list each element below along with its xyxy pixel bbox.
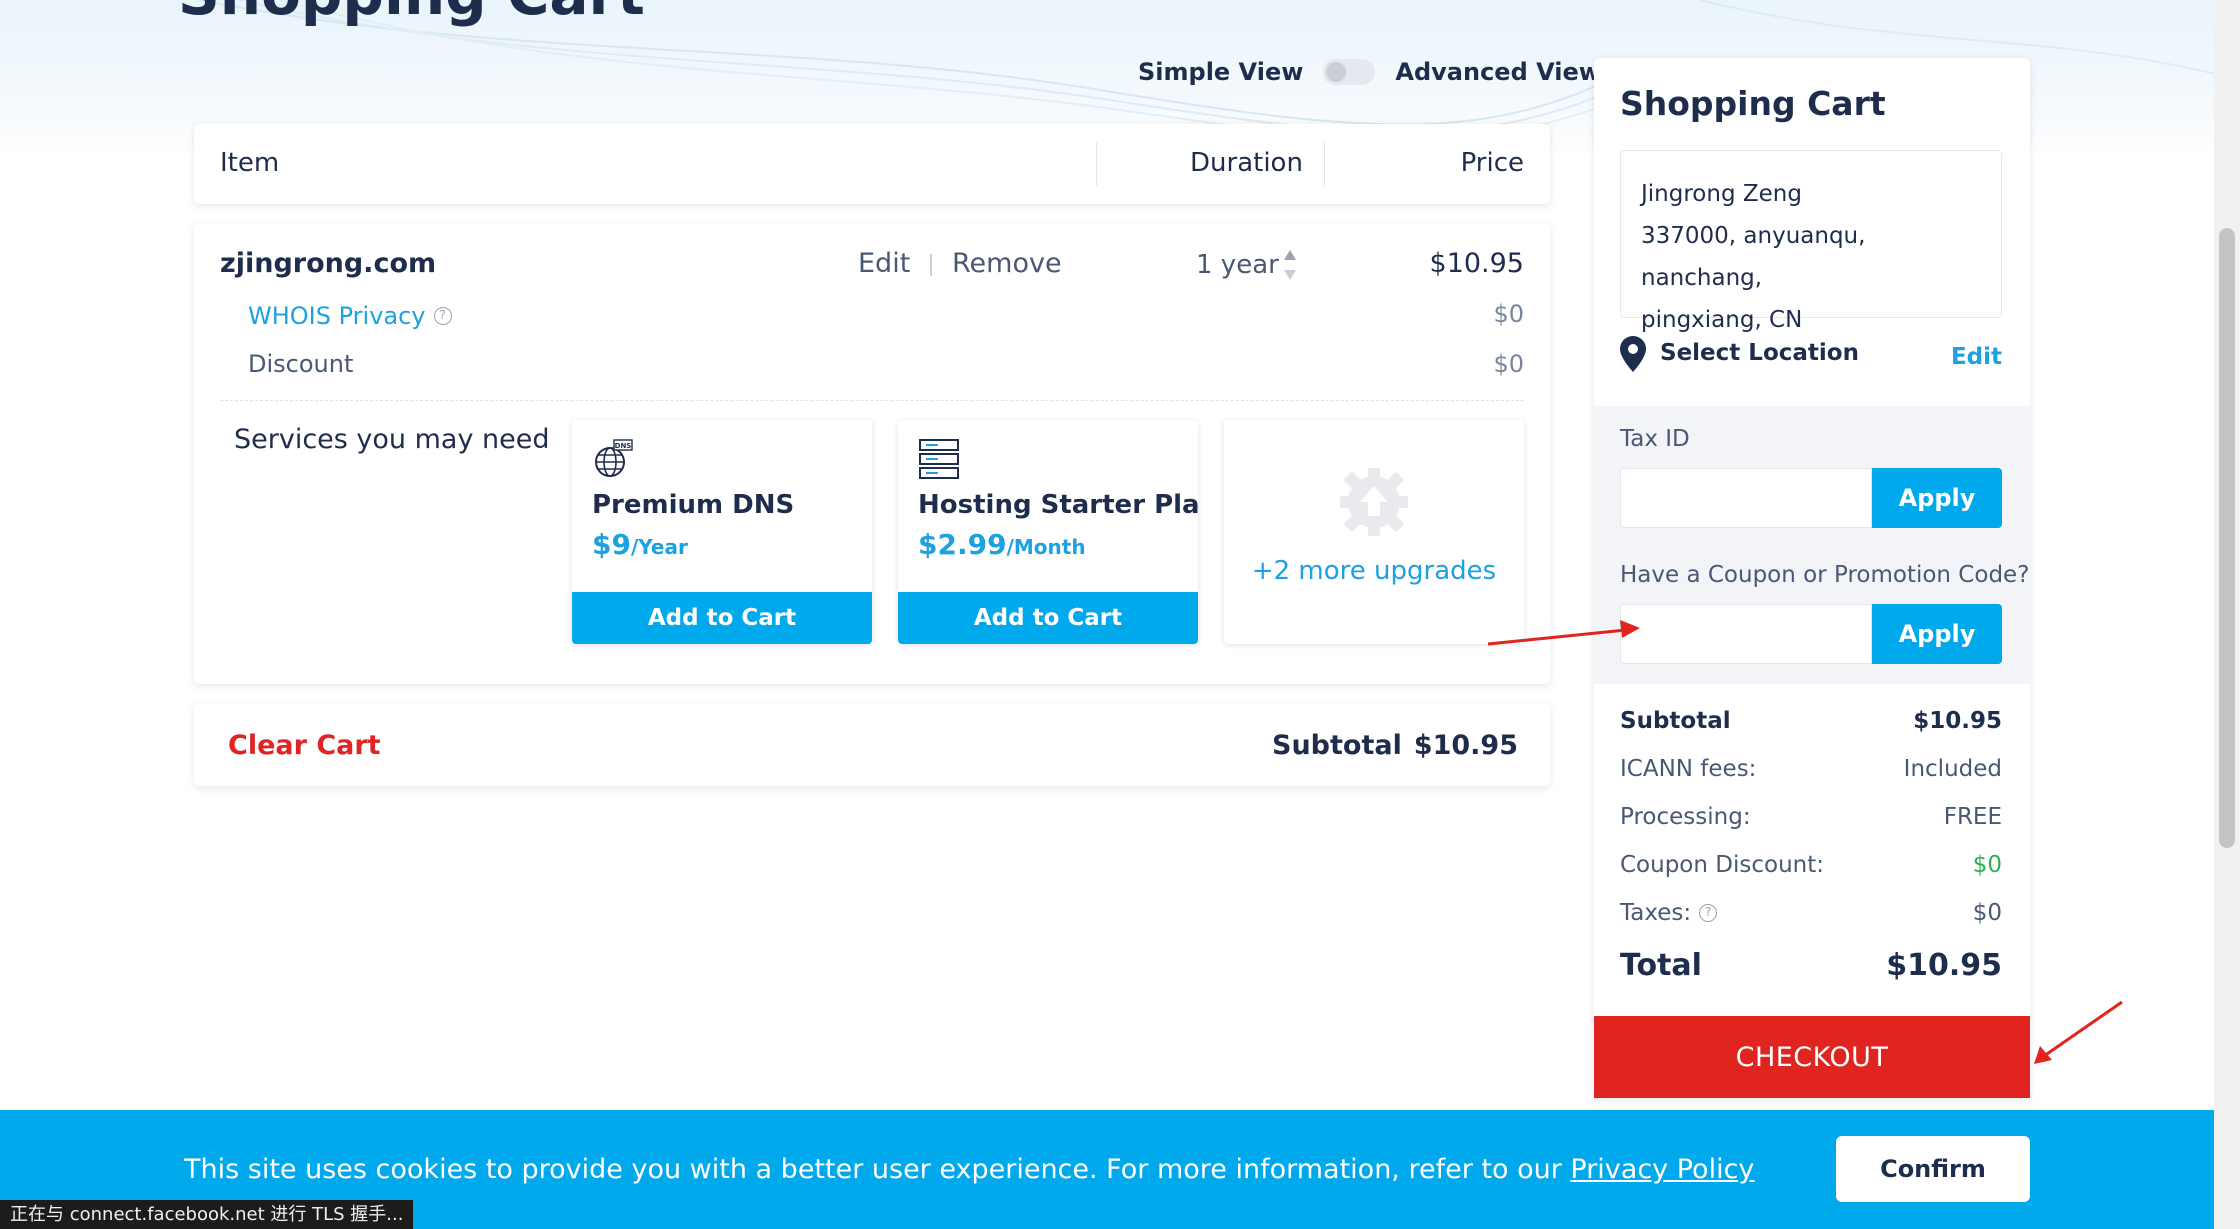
service-card-premium-dns: DNS Premium DNS $9/Year Add to Cart <box>572 420 872 644</box>
summary-subtotal-value: $10.95 <box>1913 708 2002 734</box>
total-value: $10.95 <box>1886 948 2002 983</box>
address-line1: 337000, anyuanqu, nanchang, <box>1641 223 1866 291</box>
item-price: $10.95 <box>1429 248 1524 279</box>
service-price-amount: $9 <box>592 528 631 561</box>
discount-label: Discount <box>248 350 354 378</box>
icann-fees-row: ICANN fees: Included <box>1620 756 2002 782</box>
select-location-label[interactable]: Select Location <box>1660 340 1859 366</box>
taxes-label-group: Taxes: ? <box>1620 900 1718 926</box>
tax-apply-button[interactable]: Apply <box>1872 468 2002 528</box>
address-line2: pingxiang, CN <box>1641 307 1803 333</box>
discount-price: $0 <box>1493 350 1524 378</box>
add-to-cart-button[interactable]: Add to Cart <box>898 592 1198 644</box>
remove-item-link[interactable]: Remove <box>952 248 1062 279</box>
service-price-period: /Month <box>1006 535 1086 559</box>
divider <box>220 400 1524 401</box>
services-label: Services you may need <box>234 424 550 455</box>
tax-id-label: Tax ID <box>1620 426 1690 452</box>
browser-status-bar: 正在与 connect.facebook.net 进行 TLS 握手... <box>0 1200 414 1229</box>
duration-stepper-icon[interactable] <box>1282 248 1298 282</box>
location-row: Select Location Edit <box>1620 336 2002 376</box>
subtotal-bar: Clear Cart Subtotal $10.95 <box>194 704 1550 786</box>
whois-price: $0 <box>1493 300 1524 328</box>
help-icon[interactable]: ? <box>433 307 452 325</box>
tax-coupon-section: Tax ID Apply Have a Coupon or Promotion … <box>1594 406 2030 684</box>
tax-id-input[interactable] <box>1620 468 1872 528</box>
processing-label: Processing: <box>1620 804 1751 830</box>
service-price-period: /Year <box>630 535 688 559</box>
link-divider <box>930 254 932 276</box>
header-price: Price <box>1460 148 1524 178</box>
more-upgrades-card[interactable]: +2 more upgrades <box>1224 420 1524 644</box>
arrow-to-checkout <box>2034 1000 2123 1064</box>
view-toggle-switch[interactable] <box>1323 59 1376 85</box>
header-divider <box>1324 142 1325 186</box>
taxes-label: Taxes: <box>1620 900 1692 926</box>
service-price-amount: $2.99 <box>918 528 1007 561</box>
summary-subtotal-row: Subtotal $10.95 <box>1620 708 2002 734</box>
taxes-value: $0 <box>1972 900 2002 926</box>
coupon-discount-label: Coupon Discount: <box>1620 852 1824 878</box>
location-edit-link[interactable]: Edit <box>1951 344 2002 370</box>
total-label: Total <box>1620 948 1702 983</box>
coupon-apply-button[interactable]: Apply <box>1872 604 2002 664</box>
dns-globe-icon: DNS <box>595 439 633 477</box>
svg-text:DNS: DNS <box>615 442 632 450</box>
total-row: Total $10.95 <box>1620 948 2002 983</box>
header-duration: Duration <box>1190 148 1303 178</box>
icann-value: Included <box>1903 756 2002 782</box>
duration-value[interactable]: 1 year <box>1196 250 1279 280</box>
page-scrollbar[interactable] <box>2214 0 2240 1229</box>
add-to-cart-button[interactable]: Add to Cart <box>572 592 872 644</box>
subtotal-label: Subtotal <box>1272 730 1402 761</box>
summary-title: Shopping Cart <box>1620 84 1886 123</box>
coupon-discount-value: $0 <box>1972 852 2002 878</box>
cart-summary-panel: Shopping Cart Jingrong Zeng 337000, anyu… <box>1594 58 2030 1098</box>
more-upgrades-link[interactable]: +2 more upgrades <box>1224 556 1524 586</box>
simple-view-label[interactable]: Simple View <box>1138 58 1303 86</box>
page-title: Shopping Cart <box>178 0 645 28</box>
clear-cart-button[interactable]: Clear Cart <box>228 730 381 761</box>
location-pin-icon <box>1620 336 1646 372</box>
cookie-text: This site uses cookies to provide you wi… <box>184 1154 1571 1185</box>
advanced-view-label[interactable]: Advanced View <box>1395 58 1601 86</box>
cookie-message: This site uses cookies to provide you wi… <box>184 1154 1754 1185</box>
toggle-knob <box>1326 62 1347 82</box>
subtotal-value: $10.95 <box>1413 730 1518 761</box>
taxes-row: Taxes: ? $0 <box>1620 900 2002 926</box>
whois-privacy-label[interactable]: WHOIS Privacy <box>248 302 426 330</box>
icann-label: ICANN fees: <box>1620 756 1757 782</box>
summary-subtotal-label: Subtotal <box>1620 708 1731 734</box>
scrollbar-thumb[interactable] <box>2219 228 2235 848</box>
header-divider <box>1096 142 1097 186</box>
view-toggle: Simple View Advanced View <box>1138 58 1601 86</box>
edit-item-link[interactable]: Edit <box>858 248 910 279</box>
cart-item-card: zjingrong.com Edit Remove 1 year $10.95 … <box>194 224 1550 684</box>
service-name: Hosting Starter Plan <box>918 490 1198 520</box>
cart-table-header: Item Duration Price <box>194 124 1550 204</box>
gear-upgrade-icon <box>1340 468 1408 536</box>
cookie-confirm-button[interactable]: Confirm <box>1836 1136 2030 1202</box>
coupon-label: Have a Coupon or Promotion Code? <box>1620 562 2030 588</box>
address-name: Jingrong Zeng <box>1641 181 1802 207</box>
domain-name: zjingrong.com <box>220 248 437 279</box>
header-item: Item <box>220 148 280 178</box>
coupon-input[interactable] <box>1620 604 1872 664</box>
privacy-policy-link[interactable]: Privacy Policy <box>1570 1154 1754 1185</box>
service-card-hosting: Hosting Starter Plan $2.99/Month Add to … <box>898 420 1198 644</box>
whois-privacy[interactable]: WHOIS Privacy ? <box>248 302 452 330</box>
service-price: $9/Year <box>592 528 688 561</box>
help-icon[interactable]: ? <box>1699 904 1718 922</box>
checkout-button[interactable]: CHECKOUT <box>1594 1016 2030 1098</box>
billing-address: Jingrong Zeng 337000, anyuanqu, nanchang… <box>1620 150 2002 333</box>
service-name: Premium DNS <box>592 490 795 520</box>
processing-value: FREE <box>1943 804 2002 830</box>
service-price: $2.99/Month <box>918 528 1086 561</box>
coupon-discount-row: Coupon Discount: $0 <box>1620 852 2002 878</box>
server-icon <box>919 439 959 479</box>
processing-row: Processing: FREE <box>1620 804 2002 830</box>
